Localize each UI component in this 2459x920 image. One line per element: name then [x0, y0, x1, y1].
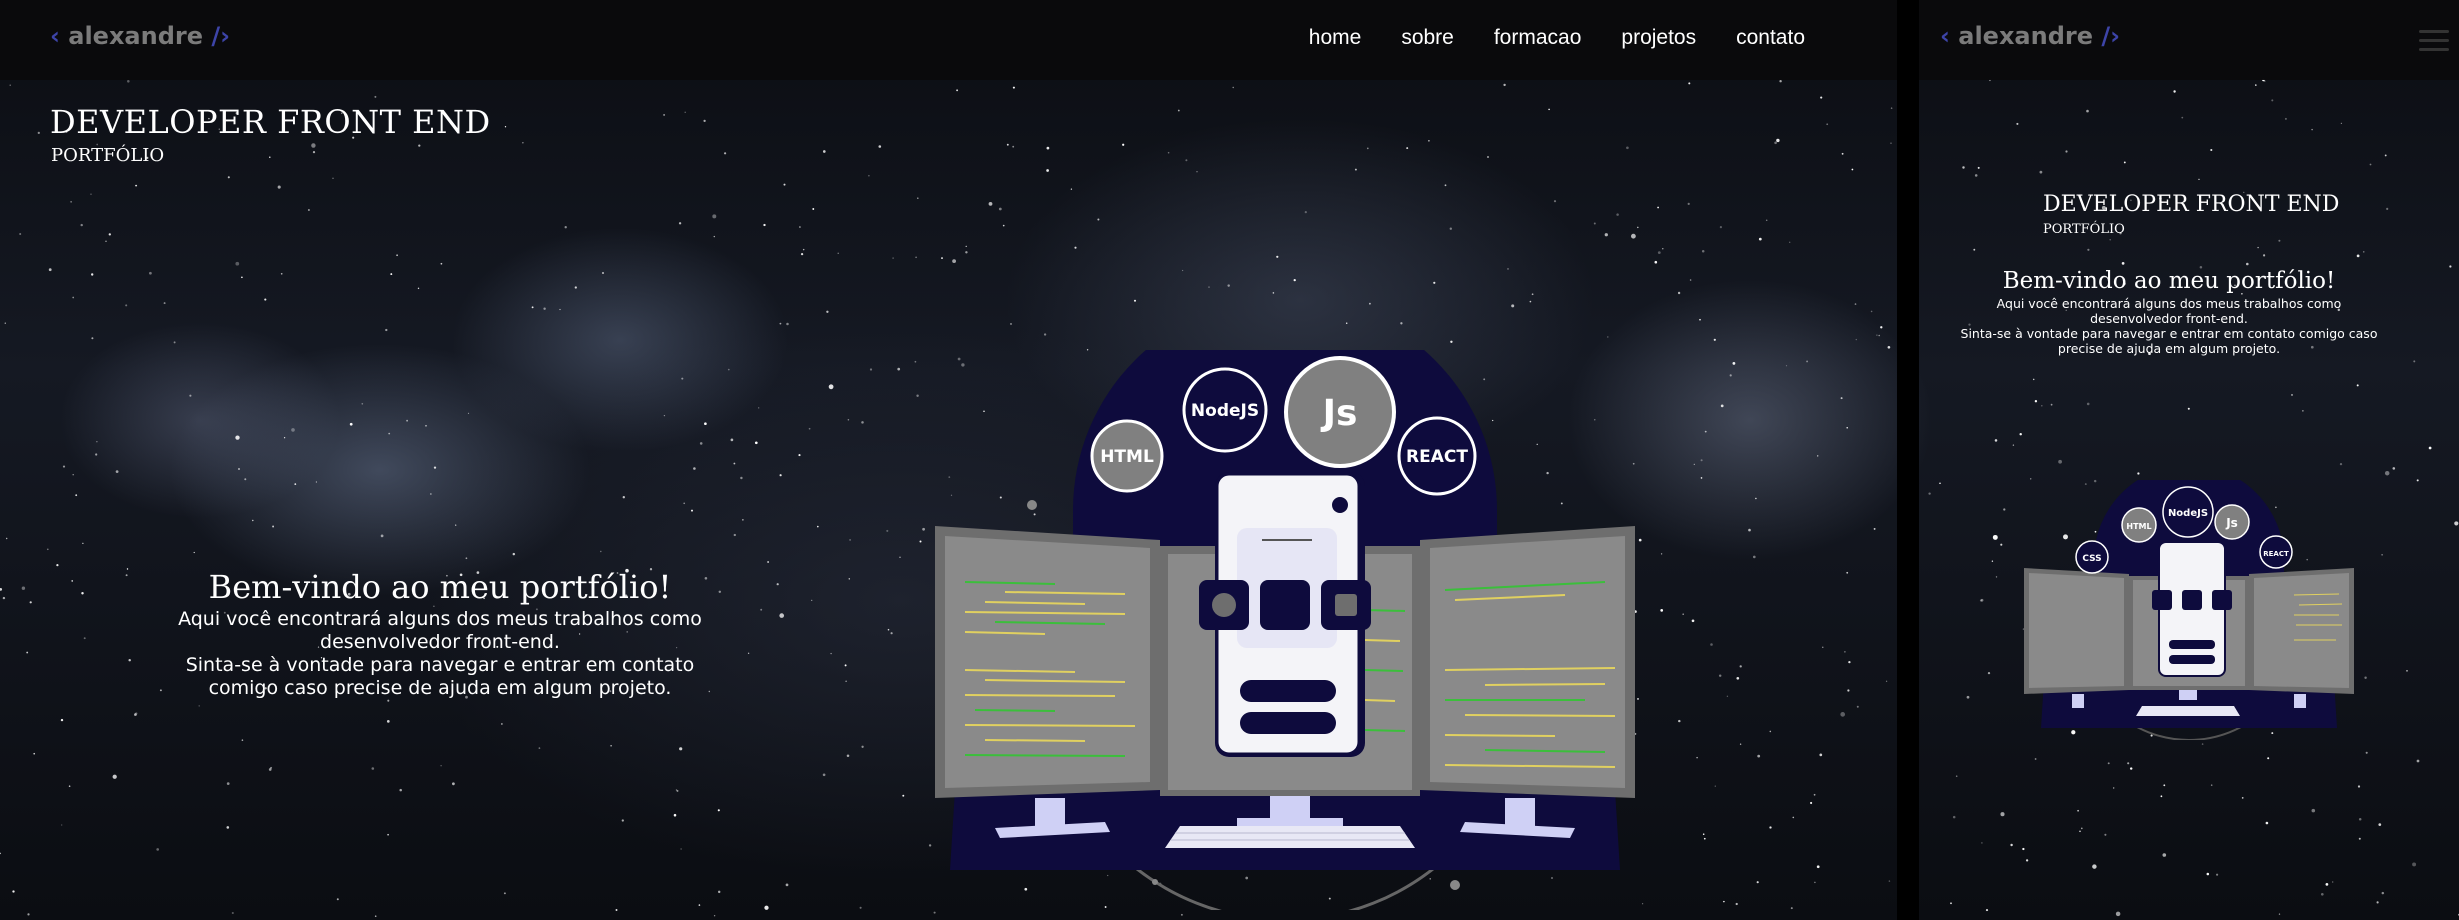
svg-text:HTML: HTML [1100, 447, 1154, 467]
mobile-welcome-text: Aqui você encontrará alguns dos meus tra… [1959, 296, 2379, 356]
nav-formacao[interactable]: formacao [1494, 26, 1582, 50]
mobile-navbar: ‹ alexandre /› [1919, 0, 2459, 80]
nav-home[interactable]: home [1309, 26, 1362, 50]
mobile-developer-illustration: CSS HTML NodeJS Js REACT [2024, 480, 2354, 740]
welcome-line: precise de ajuda em algum projeto. [2057, 341, 2281, 356]
badge-html: HTML [2121, 507, 2157, 543]
svg-text:NodeJS: NodeJS [2168, 508, 2208, 519]
welcome-line: desenvolvedor front-end. [320, 631, 560, 653]
logo-open-bracket: ‹ [1940, 22, 1950, 50]
left-monitor-screen [945, 536, 1150, 788]
welcome-line: Aqui você encontrará alguns dos meus tra… [178, 608, 702, 630]
app-tile-rounded [2212, 590, 2232, 610]
circle-icon [1212, 593, 1236, 617]
phone-pill [1240, 680, 1336, 702]
mobile-hero-subtitle: PORTFÓLIO [2043, 222, 2125, 237]
phone-pill [2169, 640, 2215, 649]
logo-link[interactable]: ‹ alexandre /› [50, 22, 230, 50]
orbit-dot [1450, 880, 1460, 890]
app-tile-square [1260, 580, 1310, 630]
mobile-hero-title: DEVELOPER FRONT END [2043, 192, 2340, 217]
badge-react: REACT [1397, 416, 1477, 496]
welcome-line: Sinta-se à vontade para navegar e entrar… [185, 654, 695, 676]
phone-pill [2169, 655, 2215, 664]
left-monitor-stand [2072, 694, 2084, 708]
welcome-line: desenvolvedor front-end. [2090, 311, 2248, 326]
badge-nodejs: NodeJS [1182, 367, 1268, 453]
nav-sobre[interactable]: sobre [1401, 26, 1454, 50]
desktop-view: ‹ alexandre /› home sobre formacao proje… [0, 0, 1897, 920]
hamburger-menu-icon[interactable] [2419, 30, 2449, 52]
mobile-logo-link[interactable]: ‹ alexandre /› [1940, 22, 2120, 50]
right-monitor-stand [1505, 798, 1535, 828]
welcome-text: Aqui você encontrará alguns dos meus tra… [150, 608, 730, 700]
nav-contato[interactable]: contato [1736, 26, 1805, 50]
left-monitor-screen [2029, 573, 2124, 688]
badge-css: CSS [2075, 540, 2109, 574]
svg-text:REACT: REACT [1406, 447, 1468, 467]
badge-react: REACT [2259, 535, 2293, 569]
badge-js: Js [2214, 504, 2250, 540]
mobile-welcome-section: Bem-vindo ao meu portfólio! Aqui você en… [1959, 268, 2379, 356]
badge-html: HTML [1090, 419, 1164, 493]
svg-text:NodeJS: NodeJS [1191, 401, 1259, 421]
welcome-section: Bem-vindo ao meu portfólio! Aqui você en… [150, 568, 730, 700]
badge-nodejs: NodeJS [2162, 486, 2214, 538]
hero-title: DEVELOPER FRONT END [50, 103, 491, 141]
logo-open-bracket: ‹ [50, 22, 60, 50]
app-tile-square [2182, 590, 2202, 610]
phone-camera [1332, 497, 1348, 513]
badge-js: Js [1284, 356, 1396, 468]
view-divider [1897, 0, 1919, 920]
logo-name: alexandre [1958, 22, 2094, 50]
svg-text:Js: Js [1320, 393, 1358, 434]
nav-projetos[interactable]: projetos [1621, 26, 1696, 50]
app-tile-circle [2152, 590, 2172, 610]
svg-text:REACT: REACT [2263, 550, 2289, 558]
square-icon [1335, 594, 1357, 616]
developer-illustration: HTML NodeJS Js REACT [935, 350, 1635, 910]
nav-links: home sobre formacao projetos contato [1309, 26, 1805, 50]
welcome-heading: Bem-vindo ao meu portfólio! [208, 568, 672, 606]
welcome-line: comigo caso precise de ajuda em algum pr… [208, 677, 672, 699]
hero-subtitle: PORTFÓLIO [51, 145, 165, 166]
phone-pill [1240, 712, 1336, 734]
left-monitor-stand [1035, 798, 1065, 828]
keyboard [2136, 706, 2240, 716]
orbit-dot [1027, 500, 1037, 510]
center-monitor-base [1237, 818, 1343, 826]
welcome-line: Aqui você encontrará alguns dos meus tra… [1996, 296, 2342, 311]
svg-text:HTML: HTML [2126, 522, 2151, 531]
svg-text:CSS: CSS [2082, 554, 2101, 564]
center-monitor-stand [1270, 796, 1310, 818]
orbit-dot [1152, 879, 1158, 885]
logo-close-bracket: /› [2101, 22, 2121, 50]
keyboard [1165, 826, 1415, 848]
logo-name: alexandre [68, 22, 204, 50]
logo-close-bracket: /› [211, 22, 231, 50]
mobile-welcome-heading: Bem-vindo ao meu portfólio! [2002, 268, 2336, 294]
svg-text:Js: Js [2225, 516, 2238, 530]
right-monitor-stand [2294, 694, 2306, 708]
right-monitor-screen [2254, 573, 2349, 688]
center-monitor-stand [2179, 690, 2197, 700]
mobile-view: ‹ alexandre /› DEVELOPER FRONT END PORTF… [1919, 0, 2459, 920]
navbar: ‹ alexandre /› home sobre formacao proje… [0, 0, 1897, 80]
welcome-line: Sinta-se à vontade para navegar e entrar… [1960, 326, 2378, 341]
